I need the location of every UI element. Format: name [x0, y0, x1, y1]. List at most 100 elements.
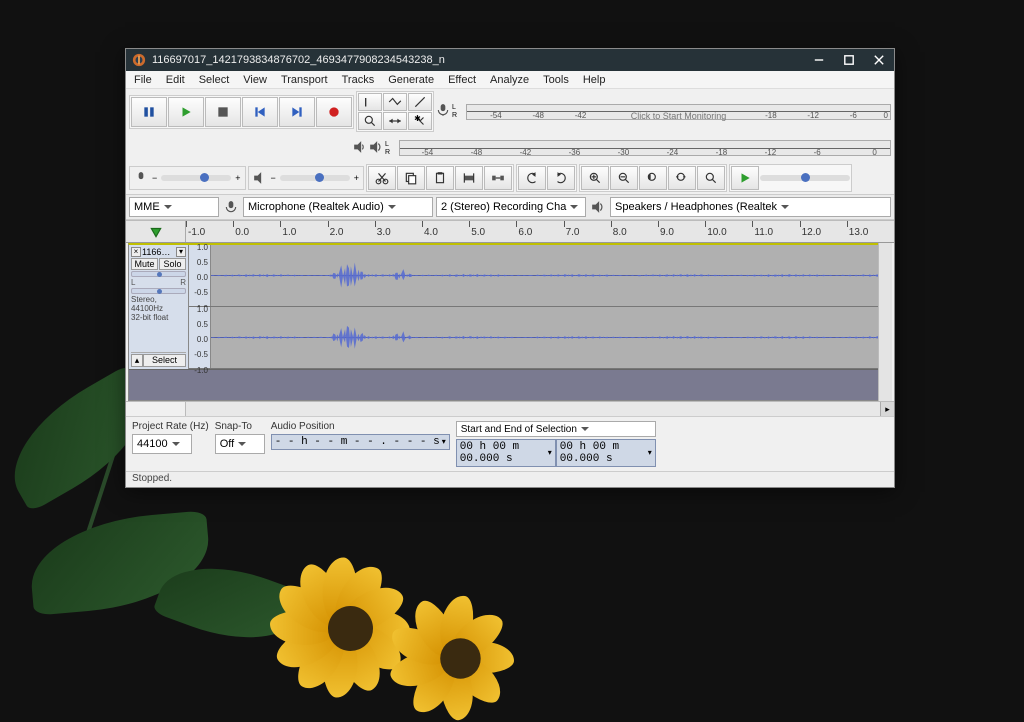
track-close-button[interactable]: × — [131, 247, 141, 257]
menu-generate[interactable]: Generate — [381, 72, 441, 88]
track-select-button[interactable]: Select — [143, 354, 186, 367]
empty-track-area[interactable] — [129, 370, 891, 400]
selection-tool-icon[interactable]: I — [358, 93, 382, 111]
recording-channels-select[interactable]: 2 (Stereo) Recording Cha — [436, 197, 586, 217]
svg-text:I: I — [364, 97, 367, 109]
silence-button[interactable] — [484, 166, 512, 190]
menu-analyze[interactable]: Analyze — [483, 72, 536, 88]
play-button[interactable] — [168, 97, 204, 127]
skip-start-button[interactable] — [242, 97, 278, 127]
selection-toolbar: Project Rate (Hz) 44100 Snap-To Off Audi… — [126, 416, 894, 471]
paste-button[interactable] — [426, 166, 454, 190]
menu-tools[interactable]: Tools — [536, 72, 576, 88]
trim-button[interactable] — [455, 166, 483, 190]
left-channel[interactable]: 1.00.50.0-0.5-1.0 — [189, 245, 891, 307]
tools-toolbar: I ✱ — [356, 91, 434, 132]
undo-button[interactable] — [518, 166, 546, 190]
solo-button[interactable]: Solo — [159, 258, 186, 270]
recording-volume-slider[interactable]: − + — [129, 166, 246, 190]
playback-speed-slider[interactable] — [760, 175, 850, 181]
zoom-tool-icon[interactable] — [358, 112, 382, 130]
pinned-play-head[interactable] — [126, 221, 186, 242]
audio-host-select[interactable]: MME — [129, 197, 219, 217]
svg-text:✱: ✱ — [414, 114, 421, 123]
amplitude-scale-right: 1.00.50.0-0.5-1.0 — [189, 307, 211, 368]
fit-selection-button[interactable] — [639, 166, 667, 190]
stop-button[interactable] — [205, 97, 241, 127]
snap-to-select[interactable]: Off — [215, 434, 265, 454]
collapse-button[interactable]: ▴ — [131, 354, 143, 367]
project-rate-select[interactable]: 44100 — [132, 434, 192, 454]
copy-button[interactable] — [397, 166, 425, 190]
menu-effect[interactable]: Effect — [441, 72, 483, 88]
mic-device-icon — [222, 198, 240, 216]
snap-to-label: Snap-To — [215, 421, 265, 432]
menu-edit[interactable]: Edit — [159, 72, 192, 88]
menu-file[interactable]: File — [127, 72, 159, 88]
cut-button[interactable] — [368, 166, 396, 190]
menu-tracks[interactable]: Tracks — [335, 72, 382, 88]
playback-meter[interactable]: -54 -48 -42 -36 -30 -24 -18 -12 -6 0 — [399, 140, 891, 156]
recording-device-select[interactable]: Microphone (Realtek Audio) — [243, 197, 433, 217]
gain-slider[interactable] — [131, 271, 186, 277]
minimize-button[interactable] — [804, 49, 834, 71]
amplitude-scale-left: 1.00.50.0-0.5-1.0 — [189, 245, 211, 306]
play-at-speed-toolbar — [729, 164, 852, 192]
speaker-meter-icon — [369, 140, 383, 157]
menubar: File Edit Select View Transport Tracks G… — [126, 71, 894, 89]
selection-mode-select[interactable]: Start and End of Selection — [456, 421, 656, 437]
fit-project-button[interactable] — [668, 166, 696, 190]
vertical-scrollbar[interactable] — [878, 243, 892, 401]
mic-icon — [134, 171, 148, 185]
track-format-label: Stereo, 44100Hz 32-bit float — [131, 295, 186, 322]
zoom-toggle-button[interactable] — [697, 166, 725, 190]
right-channel[interactable]: 1.00.50.0-0.5-1.0 — [189, 307, 891, 369]
recording-meter[interactable]: -54 -48 -42 Click to Start Monitoring -1… — [466, 104, 891, 120]
menu-help[interactable]: Help — [576, 72, 613, 88]
pan-slider[interactable] — [131, 288, 186, 294]
track-name[interactable]: 116697017_ — [142, 247, 175, 257]
audio-position-field[interactable]: - - h - - m - - . - - - s▾ — [271, 434, 450, 450]
timeline-ruler[interactable]: -1.00.01.02.03.04.05.06.07.08.09.010.011… — [186, 221, 894, 242]
speaker-tool-icon[interactable] — [353, 140, 367, 157]
menu-transport[interactable]: Transport — [274, 72, 335, 88]
horizontal-scrollbar[interactable]: ▸ — [126, 401, 894, 416]
scroll-right-icon[interactable]: ▸ — [880, 402, 894, 416]
app-window: 116697017_1421793834876702_4693477908234… — [125, 48, 895, 488]
envelope-tool-icon[interactable] — [383, 93, 407, 111]
maximize-button[interactable] — [834, 49, 864, 71]
waveform-left — [211, 245, 891, 306]
selection-start-field[interactable]: 00 h 00 m 00.000 s▾ — [456, 439, 556, 467]
playback-device-select[interactable]: Speakers / Headphones (Realtek — [610, 197, 891, 217]
draw-tool-icon[interactable] — [408, 93, 432, 111]
undo-redo-toolbar — [516, 164, 577, 192]
menu-select[interactable]: Select — [192, 72, 237, 88]
mute-button[interactable]: Mute — [131, 258, 158, 270]
rec-meter-lr-label: LR — [452, 104, 464, 119]
tracks-area: × 116697017_ ▾ Mute Solo LR Stereo, 4410… — [128, 243, 892, 401]
waveform-area[interactable]: 1.00.50.0-0.5-1.0 1.00.50.0-0.5-1.0 — [189, 245, 891, 369]
speaker-icon — [253, 171, 267, 185]
zoom-in-button[interactable] — [581, 166, 609, 190]
toolbar-area: I ✱ LR -54 -48 -42 Click to Start Monito… — [126, 89, 894, 221]
track-control-panel: × 116697017_ ▾ Mute Solo LR Stereo, 4410… — [129, 245, 189, 369]
timeshift-tool-icon[interactable] — [383, 112, 407, 130]
track-menu-button[interactable]: ▾ — [176, 247, 186, 257]
play-at-speed-button[interactable] — [731, 166, 759, 190]
record-button[interactable] — [316, 97, 352, 127]
transport-toolbar — [129, 95, 354, 129]
window-title: 116697017_1421793834876702_4693477908234… — [152, 54, 445, 66]
playback-volume-slider[interactable]: − + — [248, 166, 365, 190]
audio-position-label: Audio Position — [271, 421, 450, 432]
multi-tool-icon[interactable]: ✱ — [408, 112, 432, 130]
skip-end-button[interactable] — [279, 97, 315, 127]
selection-end-field[interactable]: 00 h 00 m 00.000 s▾ — [556, 439, 656, 467]
close-button[interactable] — [864, 49, 894, 71]
waveform-right — [211, 307, 891, 368]
menu-view[interactable]: View — [236, 72, 274, 88]
pause-button[interactable] — [131, 97, 167, 127]
zoom-out-button[interactable] — [610, 166, 638, 190]
titlebar[interactable]: 116697017_1421793834876702_4693477908234… — [126, 49, 894, 71]
redo-button[interactable] — [547, 166, 575, 190]
app-icon — [132, 53, 146, 67]
